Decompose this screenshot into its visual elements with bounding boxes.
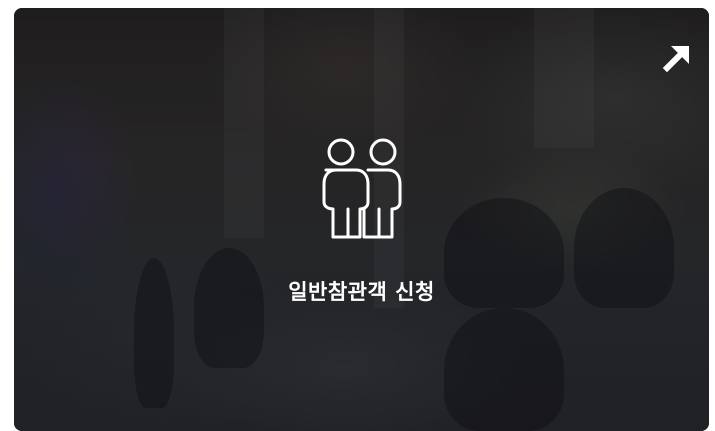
people-icon bbox=[322, 138, 401, 239]
visitor-registration-card[interactable]: 일반참관객 신청 bbox=[14, 8, 709, 431]
arrow-up-right-icon[interactable] bbox=[661, 40, 695, 74]
card-content: 일반참관객 신청 bbox=[14, 136, 709, 306]
card-title: 일반참관객 신청 bbox=[288, 280, 435, 304]
